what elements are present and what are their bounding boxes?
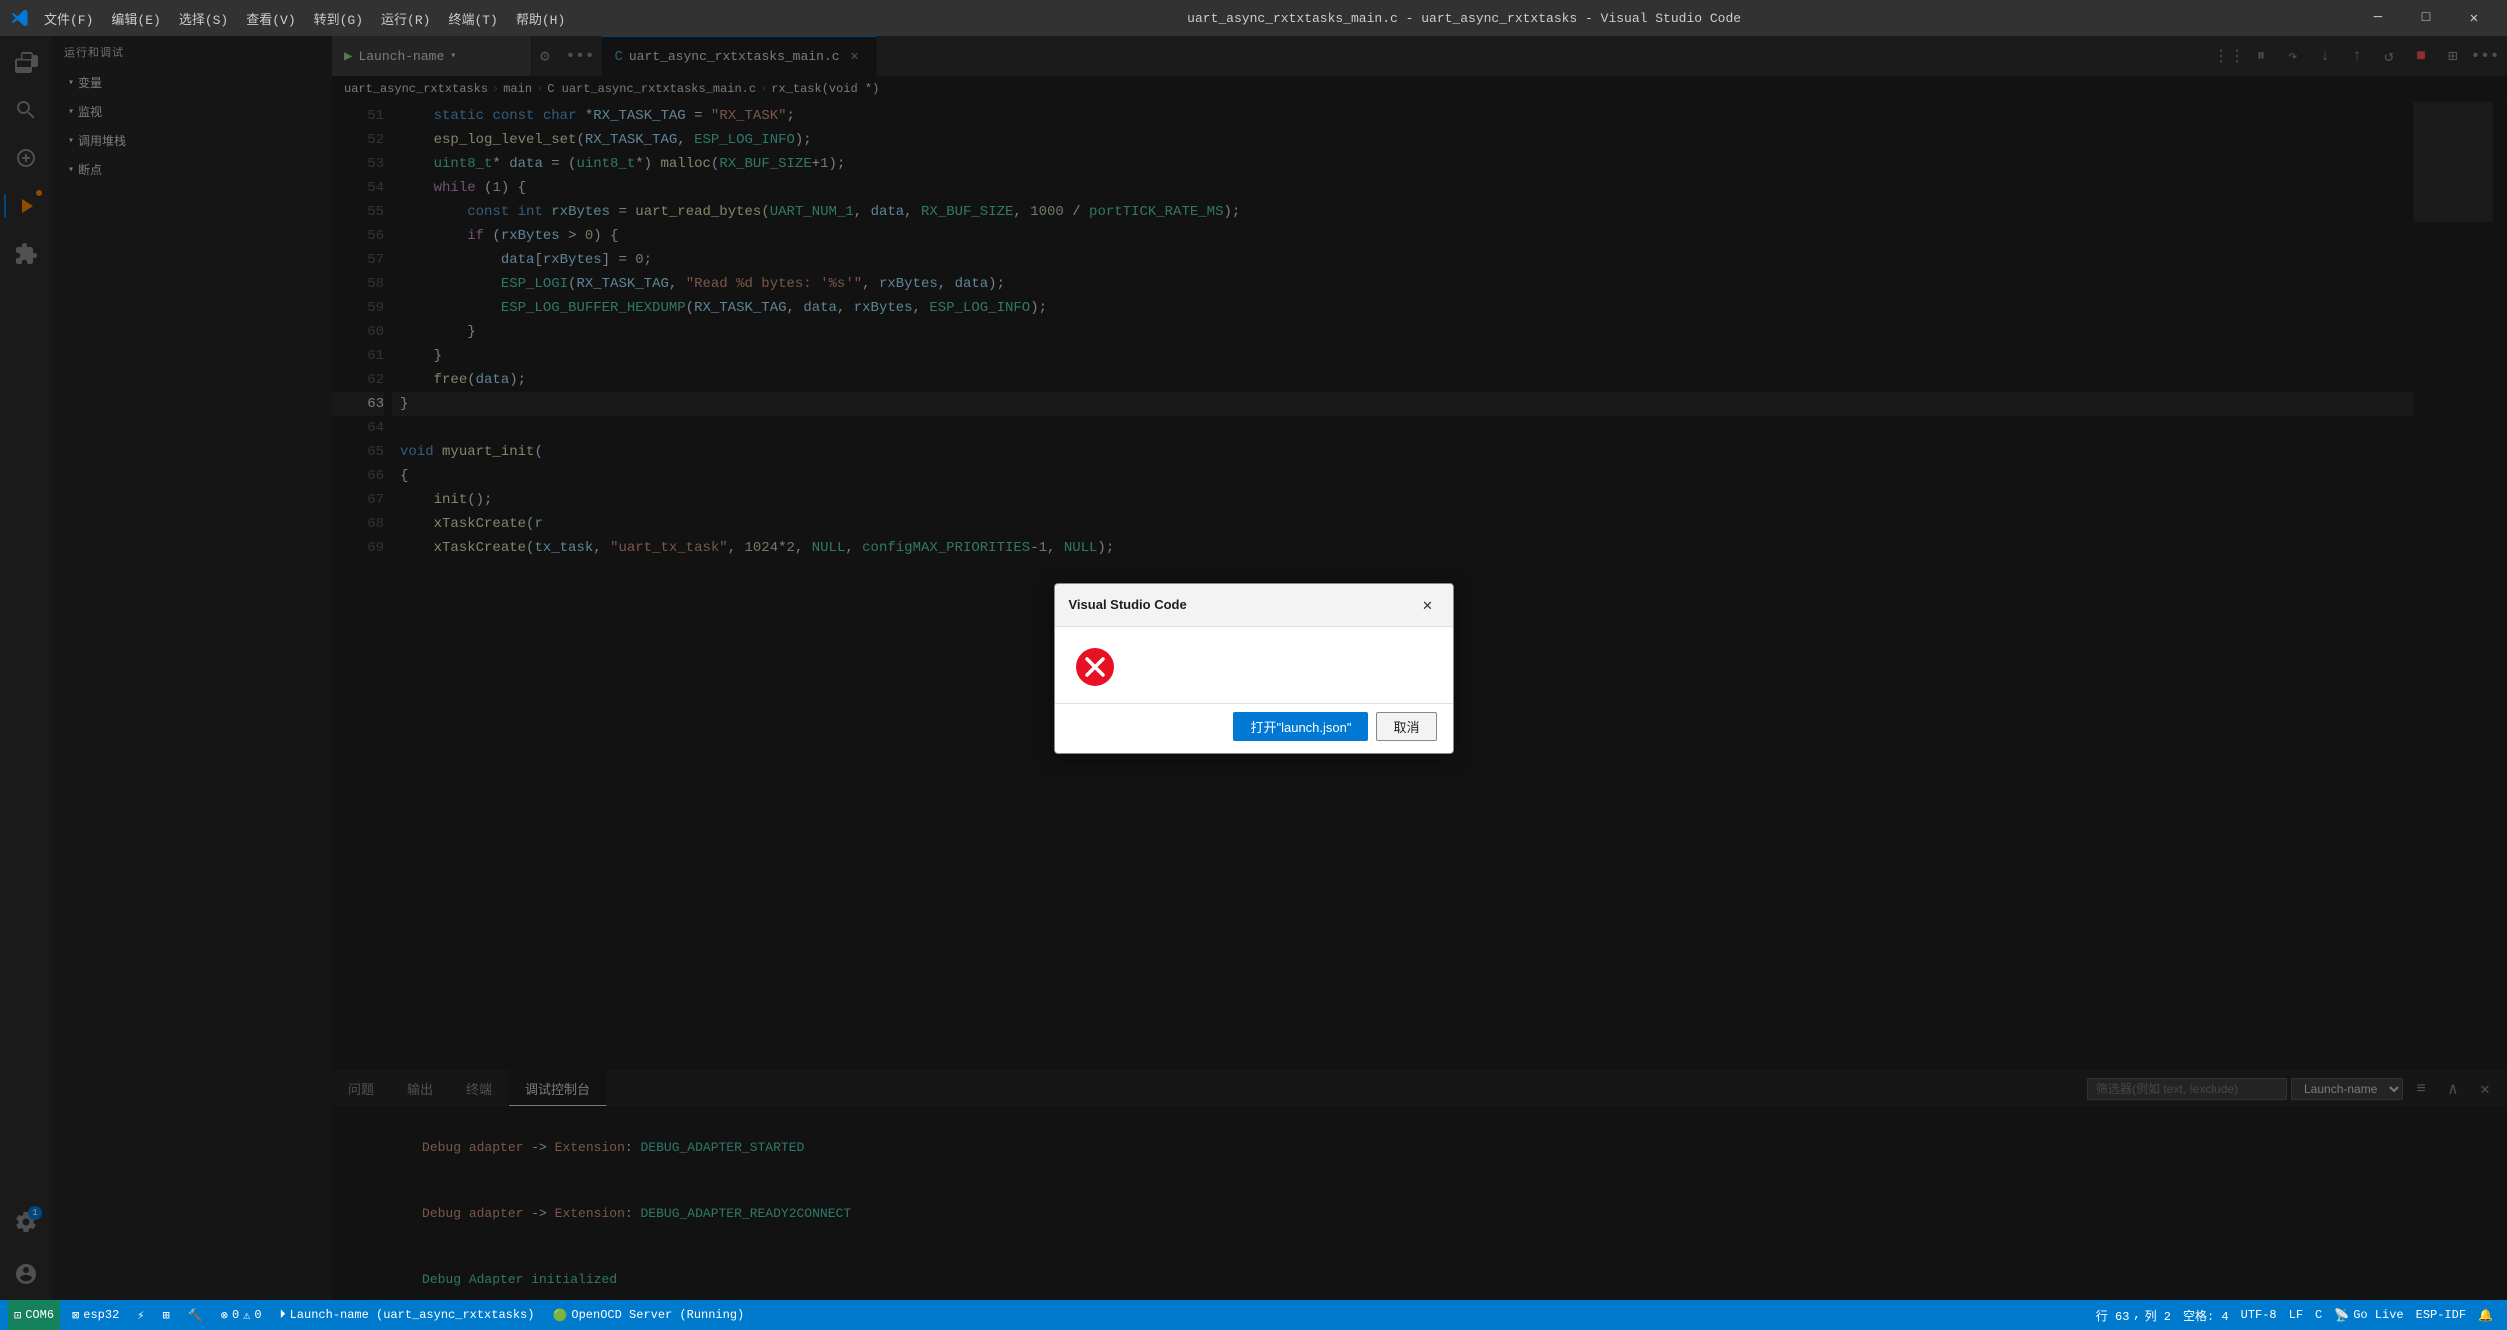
modal-dialog: Visual Studio Code ✕ 打开"launch.json" 取消: [1054, 583, 1454, 754]
modal-close-button[interactable]: ✕: [1417, 594, 1439, 616]
title-bar: 文件(F) 编辑(E) 选择(S) 查看(V) 转到(G) 运行(R) 终端(T…: [0, 0, 2507, 36]
openocd-icon: 🟢: [552, 1308, 567, 1323]
status-monitor-button[interactable]: ⊞: [157, 1300, 176, 1330]
menu-terminal[interactable]: 终端(T): [440, 5, 505, 32]
encoding-label: UTF-8: [2241, 1308, 2277, 1322]
error-icon: [1075, 647, 1115, 687]
modal-footer: 打开"launch.json" 取消: [1055, 703, 1453, 753]
status-notifications[interactable]: 🔔: [2472, 1308, 2499, 1323]
title-bar-left: 文件(F) 编辑(E) 选择(S) 查看(V) 转到(G) 运行(R) 终端(T…: [10, 5, 573, 32]
menu-goto[interactable]: 转到(G): [306, 5, 371, 32]
language-label: C: [2315, 1308, 2322, 1322]
error-count: 0: [232, 1308, 239, 1322]
modal-title: Visual Studio Code: [1069, 597, 1187, 612]
status-esp-idf[interactable]: ESP-IDF: [2410, 1308, 2472, 1322]
openocd-label: OpenOCD Server (Running): [571, 1308, 744, 1322]
launch-label: Launch-name (uart_async_rxtxtasks): [290, 1308, 535, 1322]
menu-view[interactable]: 查看(V): [238, 5, 303, 32]
status-openocd[interactable]: 🟢 OpenOCD Server (Running): [546, 1300, 750, 1330]
status-launch-name[interactable]: ⏵ Launch-name (uart_async_rxtxtasks): [274, 1300, 541, 1330]
warning-count: 0: [254, 1308, 261, 1322]
monitor-icon: ⊞: [163, 1308, 170, 1323]
golive-label: Go Live: [2353, 1308, 2403, 1322]
status-language[interactable]: C: [2309, 1308, 2328, 1322]
status-spaces[interactable]: 空格: 4: [2177, 1307, 2235, 1324]
menu-select[interactable]: 选择(S): [171, 5, 236, 32]
port-icon: ⊡: [14, 1308, 21, 1323]
bell-icon: 🔔: [2478, 1308, 2493, 1323]
status-encoding[interactable]: UTF-8: [2235, 1308, 2283, 1322]
status-esp32[interactable]: ⊠ esp32: [66, 1300, 125, 1330]
status-bar: ⊡ COM6 ⊠ esp32 ⚡ ⊞ 🔨 ⊗ 0 ⚠ 0 ⏵ Launch-na…: [0, 1300, 2507, 1330]
status-right: 行 63, 列 2 空格: 4 UTF-8 LF C 📡 Go Live ESP…: [2090, 1307, 2499, 1324]
status-port[interactable]: ⊡ COM6: [8, 1300, 60, 1330]
line-label: 行 63: [2096, 1307, 2130, 1324]
esp32-label: esp32: [83, 1308, 119, 1322]
flash-icon: ⚡: [137, 1308, 144, 1323]
port-label: COM6: [25, 1308, 54, 1322]
modal-body: [1055, 627, 1453, 703]
spaces-label: 空格: 4: [2183, 1307, 2229, 1324]
cancel-button[interactable]: 取消: [1376, 712, 1436, 741]
error-icon: ⊗: [221, 1308, 228, 1323]
status-go-live[interactable]: 📡 Go Live: [2328, 1308, 2409, 1323]
open-launch-json-button[interactable]: 打开"launch.json": [1233, 712, 1368, 741]
status-errors[interactable]: ⊗ 0 ⚠ 0: [215, 1300, 268, 1330]
status-build-button[interactable]: 🔨: [182, 1300, 209, 1330]
close-button[interactable]: ✕: [2451, 4, 2497, 32]
golive-icon: 📡: [2334, 1308, 2349, 1323]
menu-run[interactable]: 运行(R): [373, 5, 438, 32]
warning-icon: ⚠: [243, 1308, 250, 1323]
line-ending-label: LF: [2289, 1308, 2303, 1322]
menu-help[interactable]: 帮助(H): [508, 5, 573, 32]
minimize-button[interactable]: ─: [2355, 4, 2401, 32]
menu-edit[interactable]: 编辑(E): [103, 5, 168, 32]
window-title: uart_async_rxtxtasks_main.c - uart_async…: [581, 11, 2347, 26]
espidf-label: ESP-IDF: [2416, 1308, 2466, 1322]
modal-title-bar: Visual Studio Code ✕: [1055, 584, 1453, 627]
menu-bar: 文件(F) 编辑(E) 选择(S) 查看(V) 转到(G) 运行(R) 终端(T…: [36, 5, 573, 32]
col-label: 列 2: [2145, 1307, 2171, 1324]
status-flash-button[interactable]: ⚡: [131, 1300, 150, 1330]
menu-file[interactable]: 文件(F): [36, 5, 101, 32]
esp32-icon: ⊠: [72, 1308, 79, 1323]
debug-icon: ⏵: [280, 1308, 286, 1322]
status-line-ending[interactable]: LF: [2283, 1308, 2309, 1322]
modal-overlay: Visual Studio Code ✕ 打开"launch.json" 取消: [0, 36, 2507, 1300]
status-line-col[interactable]: 行 63, 列 2: [2090, 1307, 2177, 1324]
vscode-icon: [10, 8, 30, 28]
maximize-button[interactable]: □: [2403, 4, 2449, 32]
build-icon: 🔨: [188, 1308, 203, 1323]
window-controls: ─ □ ✕: [2355, 4, 2497, 32]
